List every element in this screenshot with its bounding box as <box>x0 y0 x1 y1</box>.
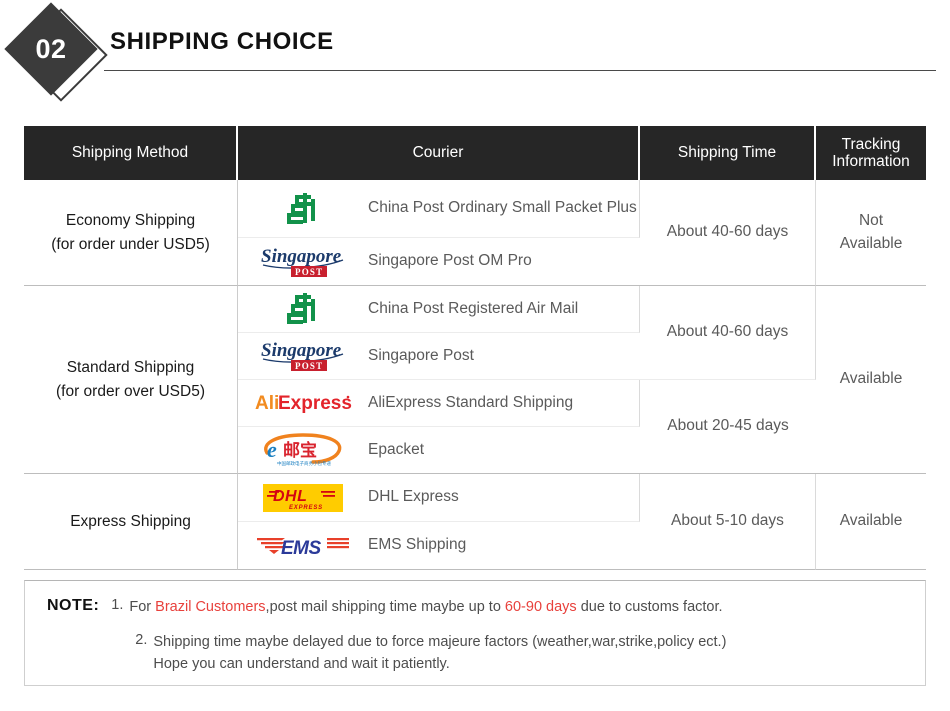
courier-name: DHL Express <box>368 488 459 506</box>
method-label-line1: Economy Shipping <box>65 212 196 230</box>
svg-text:DHL: DHL <box>273 488 307 505</box>
note-number: 2. <box>135 631 148 648</box>
svg-text:e: e <box>267 437 277 462</box>
shipping-method-economy: Economy Shipping (for order under USD5) <box>24 180 238 286</box>
note-label: NOTE: <box>47 597 100 614</box>
svg-text:中国邮政电子商务小包专递: 中国邮政电子商务小包专递 <box>277 460 331 467</box>
note-text-part3: due to customs factor. <box>576 599 723 615</box>
tracking-line1: Not <box>858 212 884 230</box>
courier-cell-china-post-registered: China Post Registered Air Mail <box>238 286 640 333</box>
method-label-line1: Standard Shipping <box>66 359 195 377</box>
table-row: Express Shipping DHL EXPRESS DHL Express… <box>24 474 926 570</box>
svg-text:POST: POST <box>295 267 323 277</box>
note-text-line1: Shipping time maybe delayed due to force… <box>153 633 727 650</box>
courier-cell-aliexpress-standard: Ali Express AliExpress Standard Shipping <box>238 380 640 427</box>
section-number-badge: 02 <box>4 2 110 104</box>
tracking-status-standard: Available <box>816 286 926 474</box>
header-divider <box>104 70 936 71</box>
china-post-logo <box>244 291 362 327</box>
column-header-tracking-information: Tracking Information <box>816 126 926 180</box>
note-text-part1: For <box>129 599 156 615</box>
singapore-post-logo: Singapore POST <box>244 245 362 279</box>
note-item-1: 1. For Brazil Customers,post mail shippi… <box>111 597 907 619</box>
shipping-choice-page: 02 SHIPPING CHOICE Shipping Method Couri… <box>0 0 950 711</box>
note-box: NOTE: 1. For Brazil Customers,post mail … <box>24 580 926 686</box>
svg-text:邮宝: 邮宝 <box>283 440 317 461</box>
section-header: 02 SHIPPING CHOICE <box>0 0 950 110</box>
shipping-time-economy: About 40-60 days <box>640 180 816 286</box>
shipping-method-standard: Standard Shipping (for order over USD5) <box>24 286 238 474</box>
table-body: Economy Shipping (for order under USD5) <box>24 180 926 570</box>
aliexpress-logo: Ali Express <box>244 390 362 416</box>
tracking-line2: Available <box>839 234 903 252</box>
shipping-time-standard-1: About 40-60 days <box>640 286 816 380</box>
courier-cell-singapore-post-om-pro: Singapore POST Singapore Post OM Pro <box>238 238 640 286</box>
column-header-shipping-method: Shipping Method <box>24 126 238 180</box>
epacket-logo: e 邮宝 中国邮政电子商务小包专递 <box>244 431 362 469</box>
page-title: SHIPPING CHOICE <box>110 28 334 55</box>
courier-cell-singapore-post: Singapore POST Singapore Post <box>238 333 640 380</box>
table-header-row: Shipping Method Courier Shipping Time Tr… <box>24 126 926 180</box>
courier-cell-china-post-ordinary: China Post Ordinary Small Packet Plus <box>238 180 640 238</box>
method-label-line2: (for order over USD5) <box>55 382 205 400</box>
svg-text:Ali: Ali <box>255 393 279 414</box>
shipping-table-wrapper: Shipping Method Courier Shipping Time Tr… <box>24 126 926 570</box>
courier-name: Singapore Post OM Pro <box>368 252 532 270</box>
note-number: 1. <box>111 597 124 613</box>
svg-text:EMS: EMS <box>281 538 322 559</box>
tracking-header-line2: Information <box>832 153 910 170</box>
tracking-header-line1: Tracking <box>841 135 901 153</box>
courier-name: Singapore Post <box>368 346 474 364</box>
note-list: 1. For Brazil Customers,post mail shippi… <box>111 597 907 675</box>
note-highlight-days: 60-90 days <box>504 599 577 615</box>
courier-cell-epacket: e 邮宝 中国邮政电子商务小包专递 Epacket <box>238 427 640 474</box>
shipping-table: Shipping Method Courier Shipping Time Tr… <box>24 126 926 570</box>
method-label-line1: Express Shipping <box>70 512 191 530</box>
shipping-time-express: About 5-10 days <box>640 474 816 570</box>
courier-cell-dhl-express: DHL EXPRESS DHL Express <box>238 474 640 522</box>
note-text-part2: ,post mail shipping time maybe up to <box>265 599 505 615</box>
section-number: 02 <box>35 33 67 64</box>
courier-name: AliExpress Standard Shipping <box>368 393 574 411</box>
courier-name: China Post Registered Air Mail <box>368 299 579 317</box>
courier-cell-ems-shipping: EMS EMS Shipping <box>238 522 640 570</box>
svg-text:EXPRESS: EXPRESS <box>289 505 323 511</box>
note-text: For Brazil Customers,post mail shipping … <box>129 597 722 619</box>
note-item-2: 2. Shipping time maybe delayed due to fo… <box>111 632 907 676</box>
svg-text:POST: POST <box>295 361 323 371</box>
courier-name: China Post Ordinary Small Packet Plus <box>368 199 637 217</box>
note-text-line2: Hope you can understand and wait it pati… <box>153 655 450 672</box>
note-highlight-brazil: Brazil Customers <box>155 599 266 615</box>
shipping-time-standard-2: About 20-45 days <box>640 380 816 474</box>
note-text: Shipping time maybe delayed due to force… <box>153 632 726 676</box>
courier-name: Epacket <box>368 440 425 458</box>
svg-text:Express: Express <box>278 393 352 414</box>
courier-name: EMS Shipping <box>368 536 467 554</box>
china-post-logo <box>244 191 362 227</box>
tracking-status-economy: Not Available <box>816 180 926 286</box>
column-header-shipping-time: Shipping Time <box>640 126 816 180</box>
method-label-line2: (for order under USD5) <box>51 235 210 253</box>
ems-logo: EMS <box>244 532 362 560</box>
dhl-logo: DHL EXPRESS <box>244 482 362 514</box>
table-header: Shipping Method Courier Shipping Time Tr… <box>24 126 926 180</box>
table-row: Standard Shipping (for order over USD5) <box>24 286 926 474</box>
column-header-courier: Courier <box>238 126 640 180</box>
singapore-post-logo: Singapore POST <box>244 339 362 373</box>
shipping-method-express: Express Shipping <box>24 474 238 570</box>
table-row: Economy Shipping (for order under USD5) <box>24 180 926 286</box>
tracking-status-express: Available <box>816 474 926 570</box>
